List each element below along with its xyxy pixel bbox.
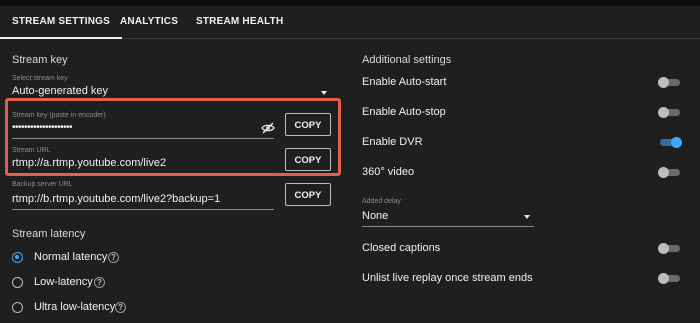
unlist-replay-label: Unlist live replay once stream ends — [362, 272, 533, 284]
added-delay-select[interactable]: None — [362, 210, 388, 222]
chevron-down-icon[interactable] — [524, 215, 530, 219]
closed-captions-label: Closed captions — [362, 242, 441, 254]
360-video-toggle[interactable] — [658, 167, 680, 178]
stream-latency-heading: Stream latency — [12, 228, 86, 240]
ultra-low-latency-label: Ultra low-latency — [34, 301, 116, 313]
closed-captions-toggle[interactable] — [658, 243, 680, 254]
additional-settings-heading: Additional settings — [362, 54, 452, 66]
tab-stream-health[interactable]: STREAM HEALTH — [196, 6, 283, 38]
stream-url-underline — [12, 173, 274, 174]
backup-url-underline — [12, 209, 274, 210]
stream-url-field[interactable]: rtmp://a.rtmp.youtube.com/live2 — [12, 157, 166, 169]
tab-stream-settings[interactable]: STREAM SETTINGS — [0, 6, 123, 39]
copy-backup-url-button[interactable]: COPY — [285, 183, 331, 206]
dvr-toggle[interactable] — [660, 137, 682, 148]
auto-stop-toggle[interactable] — [658, 107, 680, 118]
help-icon[interactable]: ? — [94, 277, 105, 288]
stream-url-label: Stream URL — [12, 147, 51, 154]
added-delay-underline — [362, 226, 534, 227]
stream-key-underline — [12, 138, 274, 139]
copy-stream-url-button[interactable]: COPY — [285, 148, 331, 171]
help-icon[interactable]: ? — [108, 252, 119, 263]
tab-bar: STREAM SETTINGS ANALYTICS STREAM HEALTH — [0, 6, 700, 39]
stream-key-select[interactable]: Auto-generated key — [12, 85, 108, 97]
radio-low-latency[interactable] — [12, 277, 23, 288]
auto-stop-label: Enable Auto-stop — [362, 106, 446, 118]
help-icon[interactable]: ? — [115, 302, 126, 313]
radio-ultra-low-latency[interactable] — [12, 302, 23, 313]
dvr-label: Enable DVR — [362, 136, 423, 148]
backup-url-field[interactable]: rtmp://b.rtmp.youtube.com/live2?backup=1 — [12, 193, 220, 205]
select-stream-key-label: Select stream key — [12, 75, 68, 82]
auto-start-toggle[interactable] — [658, 77, 680, 88]
low-latency-label: Low-latency — [34, 276, 93, 288]
visibility-off-icon[interactable] — [261, 121, 275, 134]
stream-key-field[interactable]: •••••••••••••••••••• — [12, 122, 73, 133]
unlist-replay-toggle[interactable] — [658, 273, 680, 284]
copy-stream-key-button[interactable]: COPY — [285, 113, 331, 136]
backup-url-label: Backup server URL — [12, 181, 73, 188]
360-video-label: 360° video — [362, 166, 415, 178]
normal-latency-label: Normal latency — [34, 251, 108, 263]
stream-key-heading: Stream key — [12, 54, 68, 66]
auto-start-label: Enable Auto-start — [362, 76, 447, 88]
chevron-down-icon[interactable] — [321, 91, 327, 95]
added-delay-label: Added delay — [362, 198, 401, 205]
stream-key-field-label: Stream key (paste in encoder) — [12, 112, 106, 119]
tab-analytics[interactable]: ANALYTICS — [120, 6, 178, 38]
radio-normal-latency[interactable] — [12, 252, 23, 263]
